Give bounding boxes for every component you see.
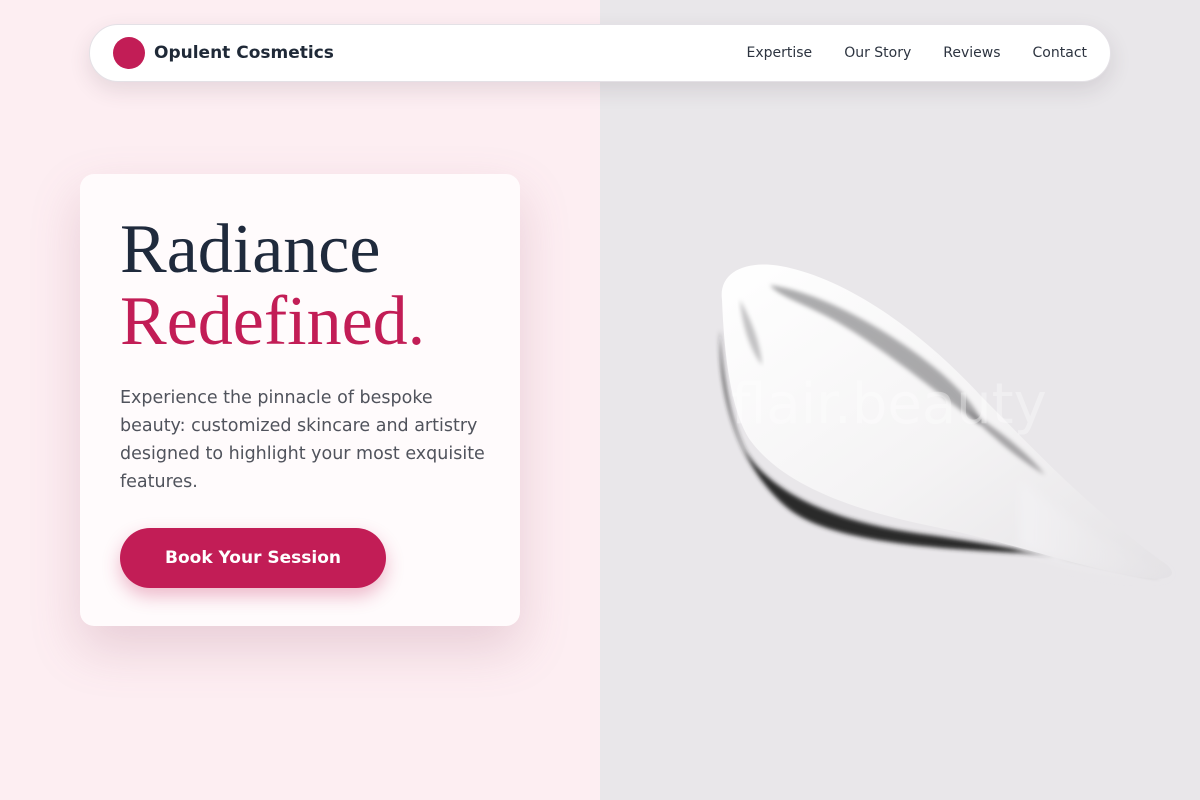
hero-description: Experience the pinnacle of bespoke beaut…: [120, 388, 485, 492]
book-session-button[interactable]: Book Your Session: [120, 528, 386, 588]
image-watermark: flair.beauty: [731, 372, 1047, 437]
brand-name: Opulent Cosmetics: [154, 43, 334, 63]
top-navbar: Opulent Cosmetics Expertise Our Story Re…: [89, 24, 1111, 82]
nav-links: Expertise Our Story Reviews Contact: [715, 45, 1088, 61]
hero-image-panel: flair.beauty: [600, 0, 1200, 800]
nav-link-expertise[interactable]: Expertise: [747, 45, 813, 61]
hero-card: Radiance Redefined. Experience the pinna…: [80, 174, 520, 626]
circle-logo-icon: [113, 37, 145, 69]
headline-line-2: Redefined.: [120, 283, 426, 360]
nav-link-contact[interactable]: Contact: [1033, 45, 1087, 61]
nav-link-reviews[interactable]: Reviews: [943, 45, 1000, 61]
headline-line-1: Radiance: [120, 211, 381, 288]
brand[interactable]: Opulent Cosmetics: [113, 37, 334, 69]
hero-headline: Radiance Redefined.: [120, 214, 480, 358]
nav-link-our-story[interactable]: Our Story: [844, 45, 911, 61]
